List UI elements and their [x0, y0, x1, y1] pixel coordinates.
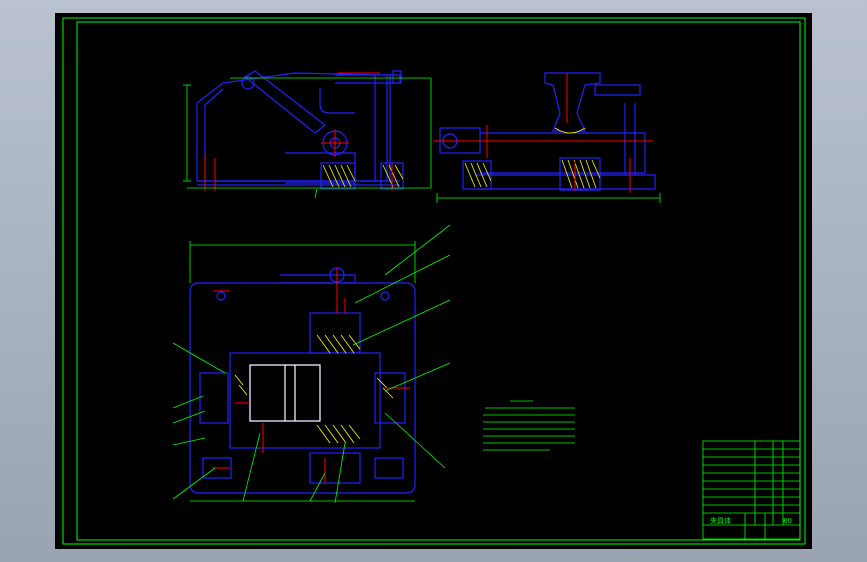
front-view-dims — [183, 77, 432, 199]
title-block-label: 夹具体 — [710, 516, 731, 525]
front-view-hatch — [322, 164, 404, 188]
outer-frame — [62, 17, 806, 545]
front-view — [196, 70, 404, 190]
top-view-dims — [189, 241, 416, 502]
title-block-scale: 80 — [783, 517, 792, 525]
technical-notes — [483, 400, 575, 451]
top-view — [189, 267, 416, 494]
top-view-hatch — [234, 334, 394, 444]
side-view — [439, 72, 656, 191]
cad-drawing: 夹具体 80 — [62, 17, 806, 545]
side-view-dims — [436, 193, 661, 203]
drawing-sheet: 夹具体 80 — [55, 13, 812, 549]
leader-lines — [172, 224, 451, 504]
front-view-centerlines — [204, 72, 393, 191]
